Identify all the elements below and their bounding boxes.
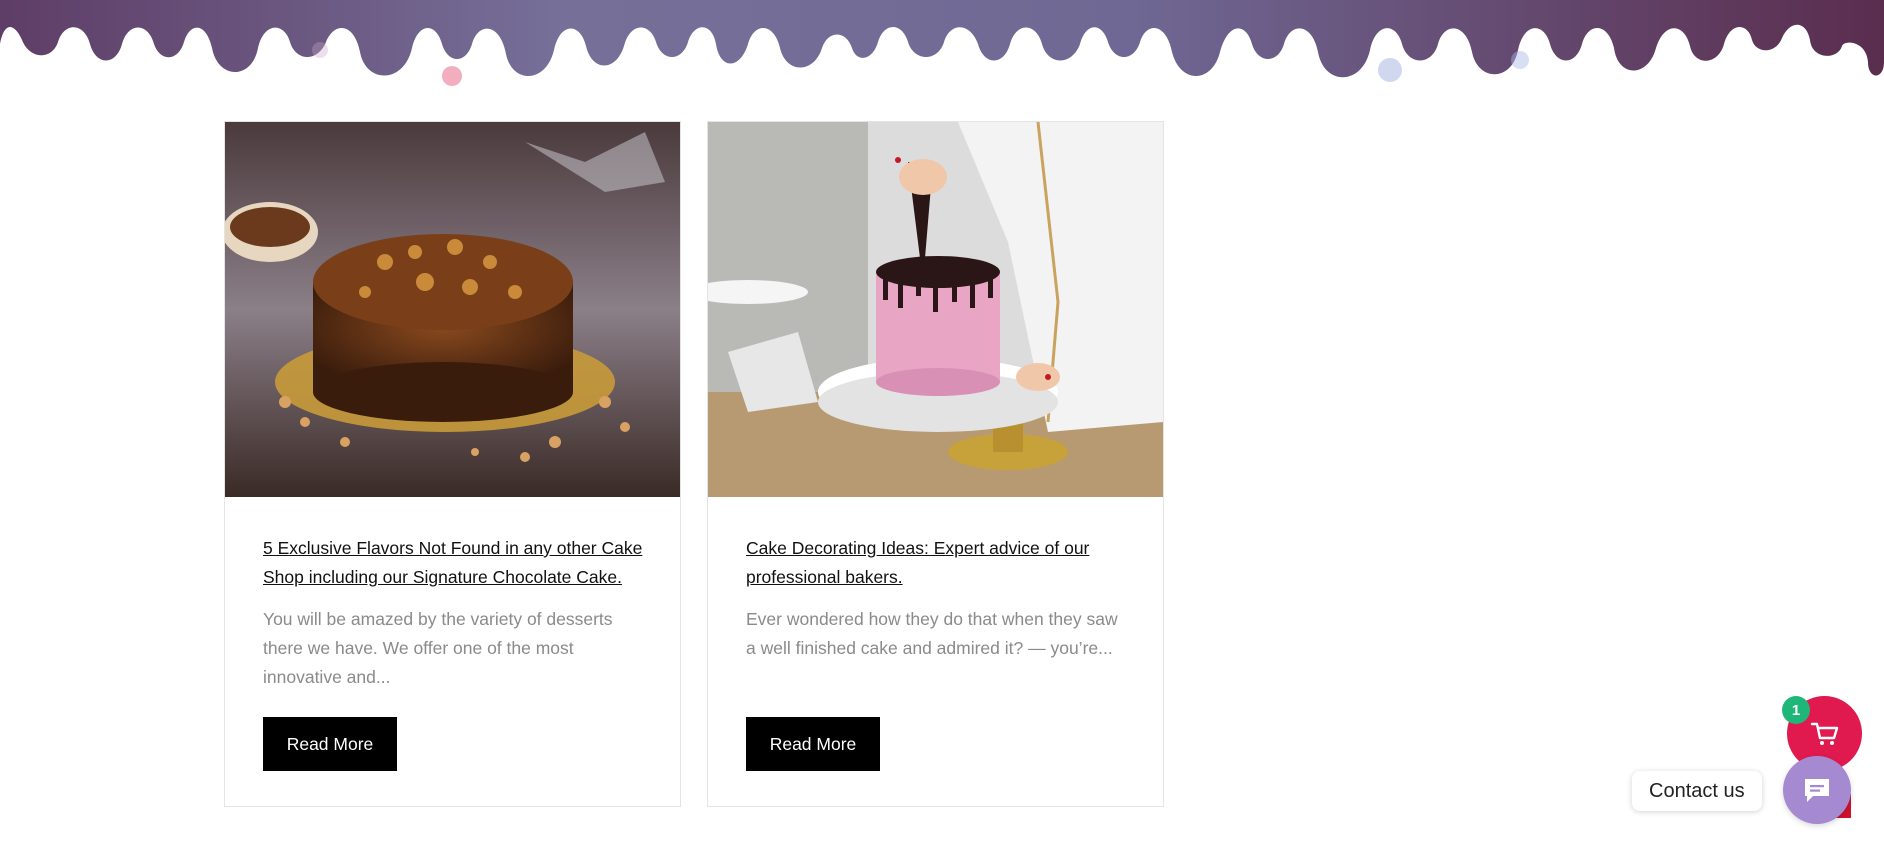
drip-banner	[0, 0, 1884, 86]
blog-card: Cake Decorating Ideas: Expert advice of …	[707, 121, 1164, 807]
post-excerpt: Ever wondered how they do that when they…	[746, 609, 1118, 658]
chat-icon	[1805, 779, 1829, 802]
contact-us-label[interactable]: Contact us	[1632, 771, 1762, 811]
chat-button[interactable]	[1783, 756, 1851, 824]
cart-count-badge: 1	[1782, 696, 1810, 724]
read-more-button[interactable]: Read More	[263, 717, 397, 771]
pink-cake-decorating-image[interactable]	[708, 122, 1163, 497]
blog-card: 5 Exclusive Flavors Not Found in any oth…	[224, 121, 681, 807]
cart-icon	[1810, 722, 1838, 745]
post-excerpt: You will be amazed by the variety of des…	[263, 609, 613, 687]
post-title-link[interactable]: Cake Decorating Ideas: Expert advice of …	[746, 534, 1131, 592]
chocolate-cake-image[interactable]	[225, 122, 680, 497]
read-more-button[interactable]: Read More	[746, 717, 880, 771]
post-title-link[interactable]: 5 Exclusive Flavors Not Found in any oth…	[263, 534, 648, 592]
